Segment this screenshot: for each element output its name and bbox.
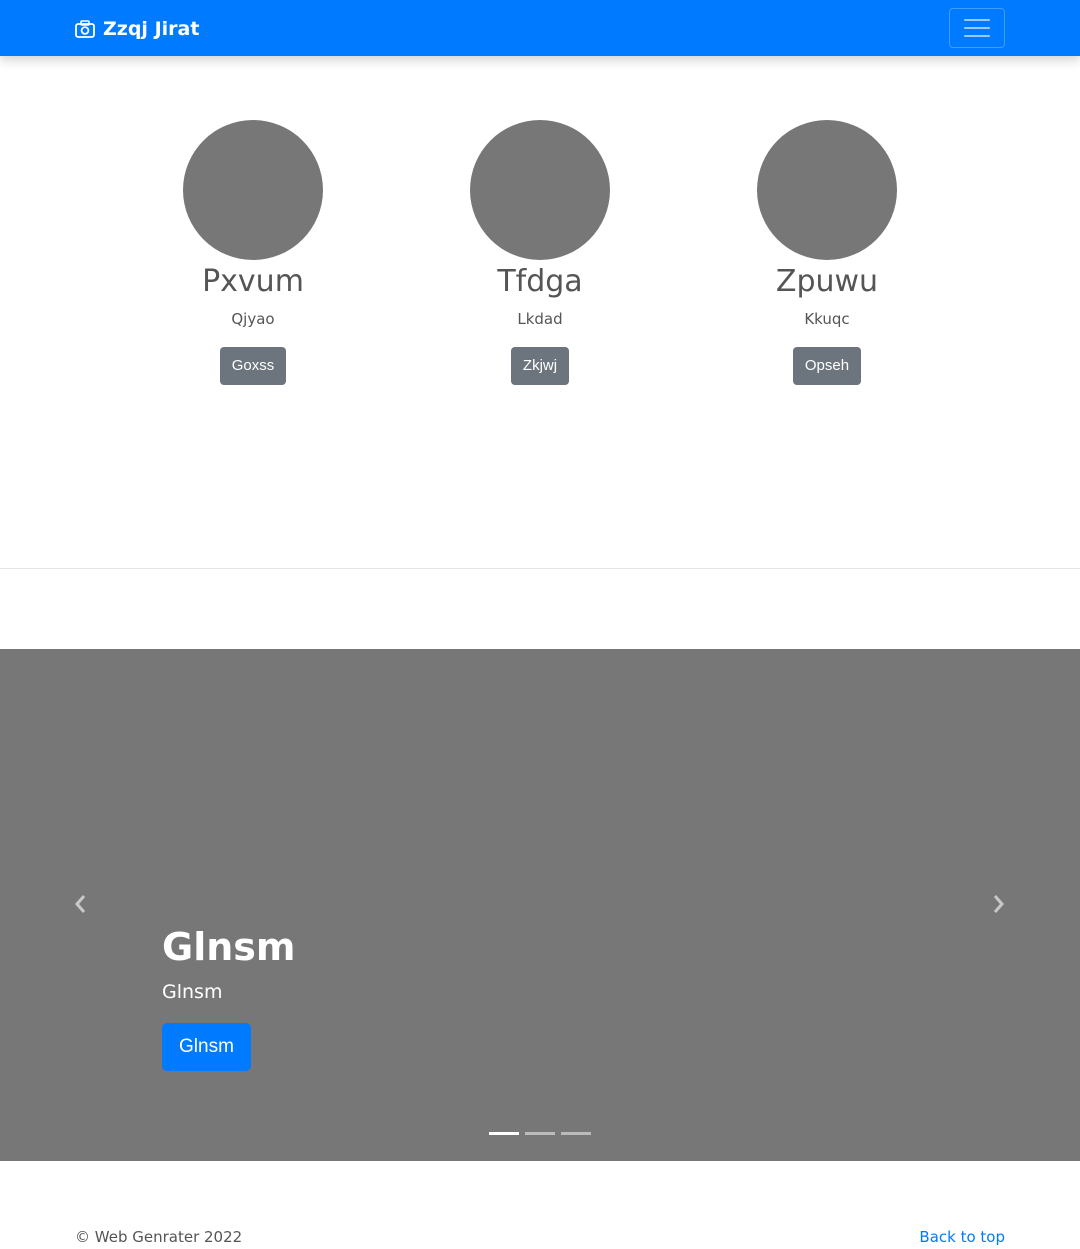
carousel-text: Glnsm [162,981,223,1003]
brand-name: Zzqj Jirat [103,18,200,40]
member-role: Kkuqc [804,310,850,328]
copyright-text: © Web Genrater 2022 [75,1228,243,1246]
team-member-card: Zpuwu Kkuqc Opseh [707,120,947,385]
carousel-caption: Glnsm Glnsm Glnsm [162,924,295,1071]
carousel-indicators [489,1132,591,1135]
navbar: Zzqj Jirat [0,0,1080,56]
avatar [183,120,323,260]
chevron-left-icon [75,895,86,913]
section-divider [0,568,1080,569]
team-member-card: Pxvum Qjyao Goxss [133,120,373,385]
carousel-indicator-3[interactable] [561,1132,591,1135]
back-to-top-link[interactable]: Back to top [919,1228,1005,1246]
camera-icon [75,20,95,38]
avatar [470,120,610,260]
carousel-prev-button[interactable] [66,889,96,919]
chevron-right-icon [993,895,1004,913]
footer: © Web Genrater 2022 Back to top [0,1161,1080,1249]
navbar-toggler-button[interactable] [949,8,1005,48]
team-section: Pxvum Qjyao Goxss Tfdga Lkdad Zkjwj Zpuw… [0,56,1080,568]
carousel-title: Glnsm [162,925,296,969]
member-role: Qjyao [231,310,275,328]
carousel-cta-button[interactable]: Glnsm [162,1023,251,1071]
member-name: Zpuwu [775,264,879,299]
carousel-indicator-1[interactable] [489,1132,519,1135]
team-member-card: Tfdga Lkdad Zkjwj [420,120,660,385]
member-role: Lkdad [517,310,563,328]
hamburger-menu-icon [964,19,990,21]
carousel: Glnsm Glnsm Glnsm [0,649,1080,1161]
member-button[interactable]: Zkjwj [510,347,570,385]
carousel-next-button[interactable] [983,889,1013,919]
member-button[interactable]: Goxss [219,347,287,385]
member-name: Tfdga [497,264,583,299]
carousel-indicator-2[interactable] [525,1132,555,1135]
member-name: Pxvum [202,264,304,299]
member-button[interactable]: Opseh [792,347,862,385]
avatar [757,120,897,260]
brand-link[interactable]: Zzqj Jirat [75,16,199,42]
